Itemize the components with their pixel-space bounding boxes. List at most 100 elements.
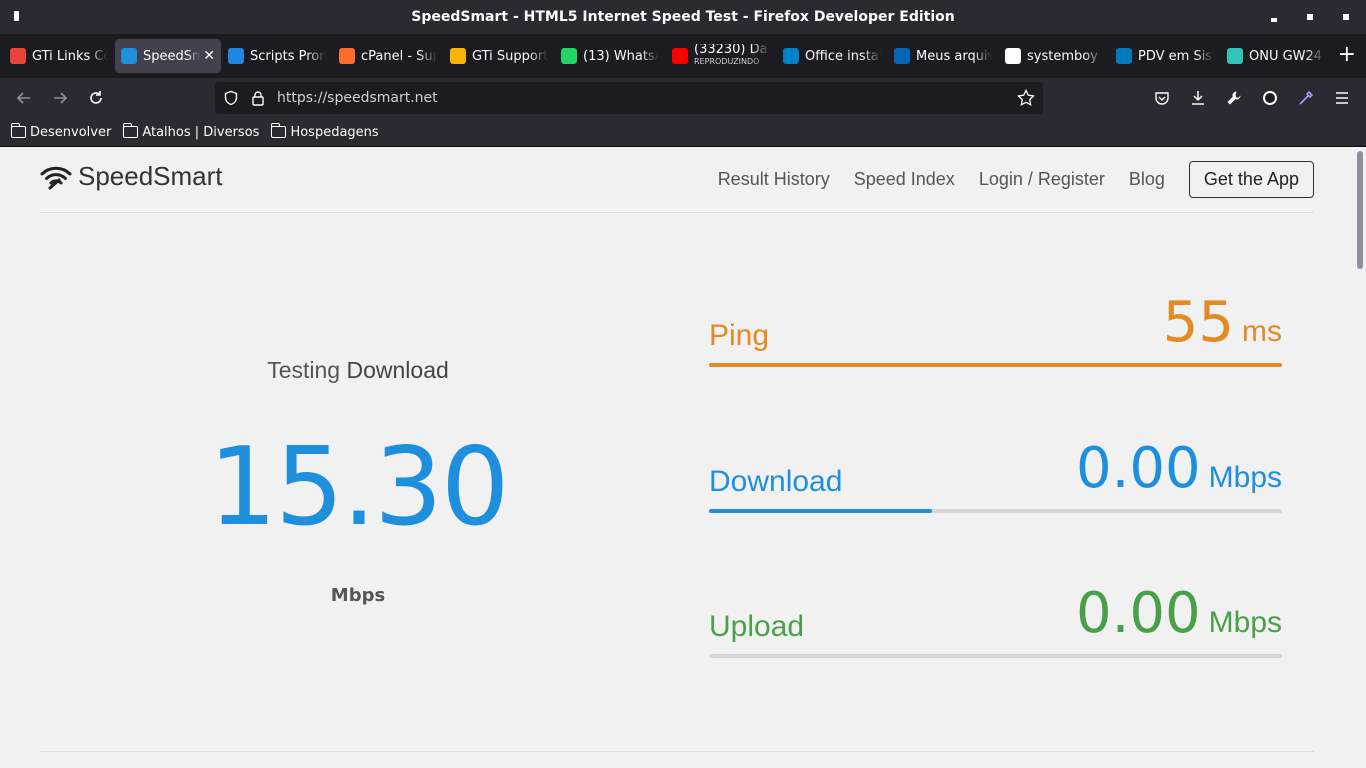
folder-icon: [122, 123, 139, 138]
window-title: SpeedSmart - HTML5 Internet Speed Test -…: [411, 9, 955, 25]
download-value-group: 0.00 Mbps: [1076, 439, 1282, 499]
download-progress-fill: [709, 509, 933, 513]
upload-progress-track: [709, 654, 1282, 658]
app-menu-button[interactable]: [1332, 88, 1352, 108]
tab-sublabel: REPRODUZINDO: [694, 57, 760, 66]
tab-9[interactable]: systemboy: [999, 39, 1109, 73]
upload-value: 0.00: [1075, 581, 1201, 646]
shield-icon[interactable]: [223, 90, 239, 106]
tab-label: Office instalado: [805, 48, 881, 64]
window-titlebar: SpeedSmart - HTML5 Internet Speed Test -…: [0, 0, 1366, 34]
whatsapp-icon: [561, 48, 577, 64]
pocket-icon: [1155, 92, 1169, 105]
tab-0[interactable]: GTi Links Corporativos: [4, 39, 114, 73]
logo-text: SpeedSmart: [78, 161, 223, 191]
site-nav: Result History Speed Index Login / Regis…: [718, 161, 1314, 198]
github-icon: [1005, 48, 1021, 64]
cpanel-icon: [339, 48, 355, 64]
page-scrollbar[interactable]: [1354, 147, 1366, 768]
get-the-app-button[interactable]: Get the App: [1188, 161, 1314, 198]
eyedropper-button[interactable]: [1296, 88, 1316, 108]
pocket-button[interactable]: [1152, 88, 1172, 108]
wrench-icon: [1227, 91, 1241, 105]
ping-metric: Ping 55 ms: [709, 287, 1282, 367]
bookmark-label: Atalhos | Diversos: [142, 124, 260, 140]
page-content: SpeedSmart Result History Speed Index Lo…: [0, 147, 1354, 768]
tab-label: GTi Support: [472, 48, 548, 64]
tab-10[interactable]: PDV em Sistema: [1110, 39, 1220, 73]
url-text[interactable]: https://speedsmart.net: [277, 90, 438, 106]
bookmark-folder-desenvolver[interactable]: Desenvolver: [10, 123, 112, 140]
maximize-button[interactable]: [1304, 11, 1316, 23]
tab-label: (13) WhatsApp: [583, 48, 659, 64]
cube-icon: [228, 48, 244, 64]
site-header: SpeedSmart Result History Speed Index Lo…: [40, 147, 1314, 213]
back-arrow-icon: [16, 92, 30, 104]
globe-icon: [1227, 48, 1243, 64]
download-value: 0.00: [1075, 436, 1201, 501]
eyedropper-icon: [1299, 90, 1314, 105]
upload-value-group: 0.00 Mbps: [1076, 584, 1282, 644]
forward-button[interactable]: [50, 88, 70, 108]
bookmark-folder-hospedagens[interactable]: Hospedagens: [270, 123, 379, 140]
window-menu-icon[interactable]: [14, 11, 19, 21]
nav-speed-index[interactable]: Speed Index: [854, 169, 955, 190]
new-tab-button[interactable]: +: [1338, 44, 1356, 66]
tab-label: systemboy: [1027, 48, 1098, 64]
tab-label-group: (33230) Da REPRODUZINDO: [694, 44, 770, 68]
extension-button[interactable]: [1260, 88, 1280, 108]
bookmark-label: Desenvolver: [30, 124, 112, 140]
tab-label: cPanel - Suporte: [361, 48, 437, 64]
footer-divider: [40, 751, 1314, 752]
tab-1[interactable]: SpeedSmart✕: [115, 39, 221, 73]
maximize-icon: [1307, 14, 1313, 20]
devtools-button[interactable]: [1224, 88, 1244, 108]
minimize-icon: [1271, 17, 1277, 22]
tab-8[interactable]: Meus arquivos: [888, 39, 998, 73]
lock-icon[interactable]: [251, 90, 265, 106]
tab-2[interactable]: Scripts Prontos: [222, 39, 332, 73]
gti-support-icon: [450, 48, 466, 64]
nav-result-history[interactable]: Result History: [718, 169, 830, 190]
download-icon: [1192, 91, 1204, 105]
tab-11[interactable]: ONU GW24: [1221, 39, 1331, 73]
upload-unit: Mbps: [1208, 606, 1282, 639]
nav-login-register[interactable]: Login / Register: [979, 169, 1105, 190]
tab-label: Meus arquivos: [916, 48, 992, 64]
minimize-button[interactable]: [1268, 11, 1280, 23]
ping-progress-track: [709, 363, 1282, 367]
nextcloud-icon: [783, 48, 799, 64]
ping-unit: ms: [1242, 315, 1282, 348]
youtube-icon: [672, 48, 688, 64]
tab-3[interactable]: cPanel - Suporte: [333, 39, 443, 73]
close-window-button[interactable]: [1340, 11, 1352, 23]
scrollbar-thumb[interactable]: [1357, 151, 1363, 269]
site-logo[interactable]: SpeedSmart: [40, 161, 223, 192]
url-bar[interactable]: https://speedsmart.net: [215, 82, 1043, 114]
folder-icon: [270, 123, 287, 138]
tab-label: SpeedSmart: [143, 48, 202, 64]
tab-7[interactable]: Office instalado: [777, 39, 887, 73]
tab-5[interactable]: (13) WhatsApp: [555, 39, 665, 73]
reload-icon: [90, 91, 102, 104]
bookmark-folder-atalhos[interactable]: Atalhos | Diversos: [122, 123, 260, 140]
ping-label: Ping: [709, 319, 770, 352]
tab-label: GTi Links Corporativos: [32, 48, 108, 64]
tab-6[interactable]: (33230) Da REPRODUZINDO: [666, 39, 776, 73]
status-prefix: Testing: [267, 357, 341, 383]
onedrive-icon: [894, 48, 910, 64]
download-label: Download: [709, 465, 843, 498]
bookmark-star-icon[interactable]: [1017, 89, 1035, 107]
trello-icon: [1116, 48, 1132, 64]
tab-4[interactable]: GTi Support: [444, 39, 554, 73]
back-button[interactable]: [14, 88, 34, 108]
download-metric: Download 0.00 Mbps: [709, 433, 1282, 513]
reload-button[interactable]: [86, 88, 106, 108]
bookmark-label: Hospedagens: [290, 124, 379, 140]
tab-label: ONU GW24: [1249, 48, 1323, 64]
close-tab-icon[interactable]: ✕: [203, 48, 215, 64]
nav-blog[interactable]: Blog: [1129, 169, 1165, 190]
downloads-button[interactable]: [1188, 88, 1208, 108]
download-progress-track: [709, 509, 1282, 513]
tab-label: PDV em Sistema: [1138, 48, 1214, 64]
